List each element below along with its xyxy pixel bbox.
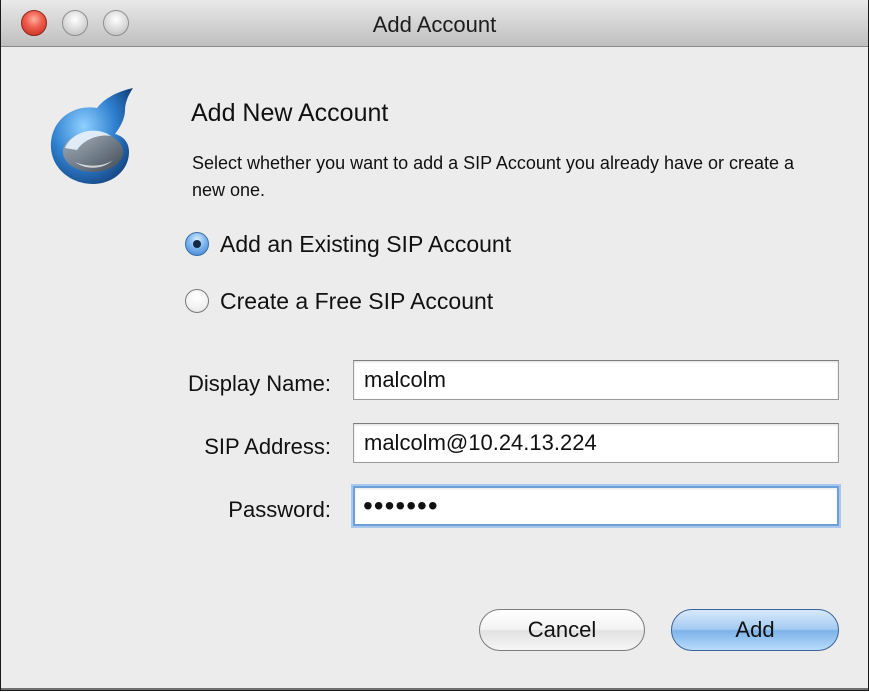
title-bar[interactable]: Add Account bbox=[1, 0, 868, 47]
password-label: Password: bbox=[228, 497, 331, 522]
add-button[interactable]: Add bbox=[671, 609, 839, 651]
display-name-field[interactable] bbox=[353, 360, 839, 400]
radio-create-account[interactable]: Create a Free SIP Account bbox=[185, 285, 493, 317]
page-description: Select whether you want to add a SIP Acc… bbox=[192, 153, 795, 200]
window-bottom-edge bbox=[1, 688, 868, 690]
add-account-window: Add Account Add New Account Select wheth… bbox=[0, 0, 869, 691]
cancel-button[interactable]: Cancel bbox=[479, 609, 645, 651]
radio-existing-label[interactable]: Add an Existing SIP Account bbox=[220, 231, 511, 258]
window-title: Add Account bbox=[372, 12, 497, 37]
blink-app-icon bbox=[50, 88, 134, 184]
sip-address-label: SIP Address: bbox=[204, 434, 331, 459]
radio-selected-icon[interactable] bbox=[185, 232, 209, 256]
radio-unselected-icon[interactable] bbox=[185, 289, 209, 313]
sip-address-field[interactable] bbox=[353, 423, 839, 463]
radio-create-label[interactable]: Create a Free SIP Account bbox=[220, 288, 493, 315]
display-name-label: Display Name: bbox=[187, 371, 331, 396]
page-title: Add New Account bbox=[191, 99, 389, 127]
password-field[interactable] bbox=[353, 486, 839, 526]
radio-existing-account[interactable]: Add an Existing SIP Account bbox=[185, 228, 511, 260]
